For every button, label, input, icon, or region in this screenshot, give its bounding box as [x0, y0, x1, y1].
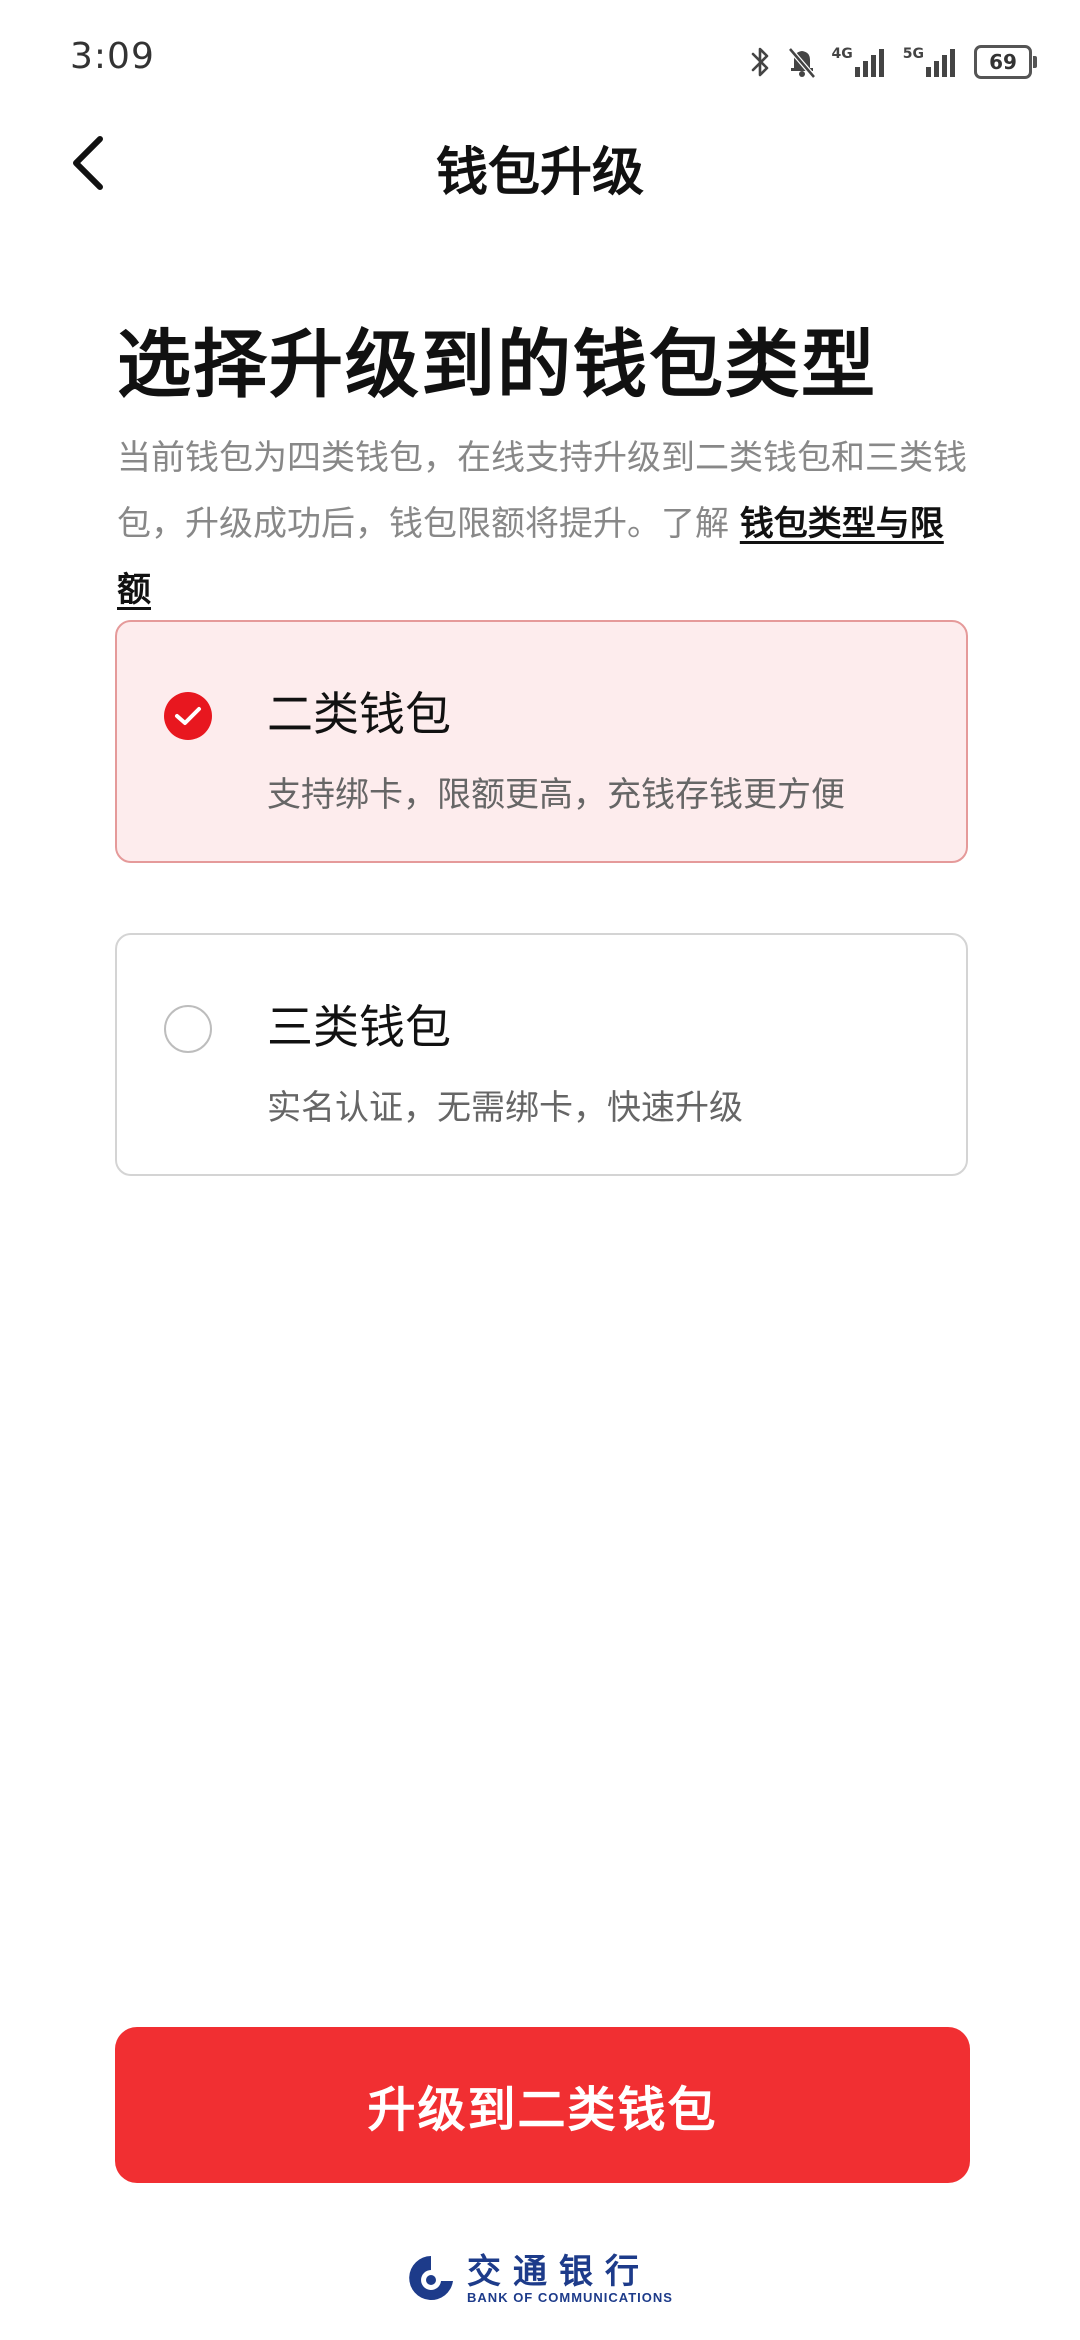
section-heading: 选择升级到的钱包类型: [117, 322, 877, 408]
radio-checked-icon[interactable]: [164, 692, 212, 740]
option-title: 三类钱包: [267, 1000, 451, 1054]
radio-unchecked-icon[interactable]: [164, 1005, 212, 1053]
bluetooth-icon: [750, 45, 772, 79]
wallet-option-class3[interactable]: 三类钱包 实名认证，无需绑卡，快速升级: [115, 933, 968, 1176]
bank-name-cn: 交通银行: [467, 2252, 652, 2292]
bank-name-en: BANK OF COMMUNICATIONS: [467, 2290, 673, 2305]
battery-icon: 69: [974, 45, 1037, 79]
status-bar: 3:09 4G 5G 69: [0, 0, 1080, 120]
bank-logo-text: 交通银行 BANK OF COMMUNICATIONS: [467, 2254, 673, 2306]
screen: 3:09 4G 5G 69 钱包升级 选择升级到的钱包类型 当前钱包为四类钱包，…: [0, 0, 1080, 2340]
status-icons: 4G 5G 69: [750, 40, 1037, 84]
wallet-option-class2[interactable]: 二类钱包 支持绑卡，限额更高，充钱存钱更方便: [115, 620, 968, 863]
signal-icon: 5G: [903, 47, 960, 77]
battery-level: 69: [989, 50, 1017, 74]
network-type-label: 4G: [831, 46, 853, 62]
option-subtitle: 支持绑卡，限额更高，充钱存钱更方便: [267, 775, 845, 815]
status-time: 3:09: [70, 36, 155, 77]
upgrade-button[interactable]: 升级到二类钱包: [115, 2027, 970, 2183]
option-subtitle: 实名认证，无需绑卡，快速升级: [267, 1088, 743, 1128]
option-title: 二类钱包: [267, 687, 451, 741]
page-title: 钱包升级: [435, 143, 644, 203]
network-type-label: 5G: [902, 46, 924, 62]
description: 当前钱包为四类钱包，在线支持升级到二类钱包和三类钱包，升级成功后，钱包限额将提升…: [117, 425, 977, 623]
signal-icon: 4G: [832, 47, 889, 77]
bank-logo: 交通银行 BANK OF COMMUNICATIONS: [0, 2250, 1080, 2310]
bank-logo-icon: [407, 2253, 455, 2307]
nav-header: 钱包升级: [0, 120, 1080, 210]
bell-muted-icon: [786, 45, 818, 79]
